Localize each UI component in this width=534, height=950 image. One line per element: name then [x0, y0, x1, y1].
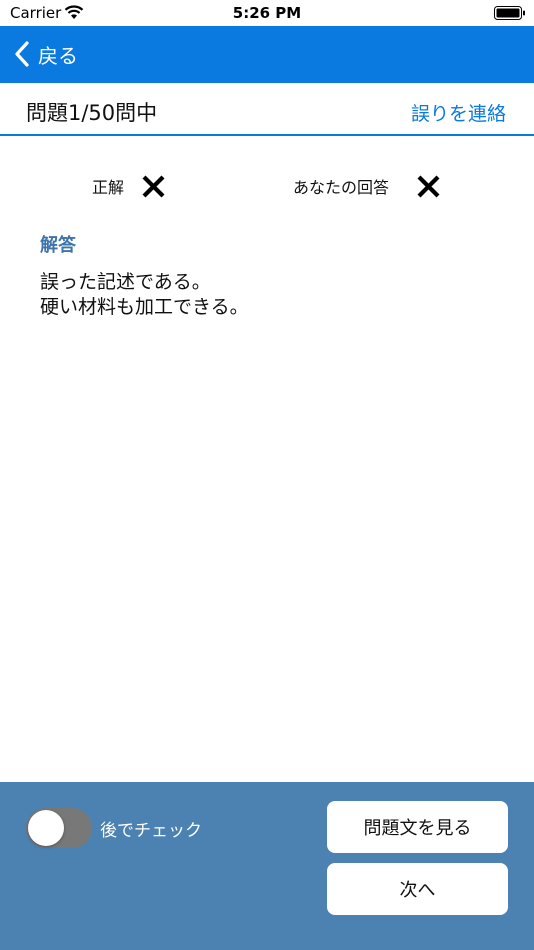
report-error-link[interactable]: 誤りを連絡 [411, 99, 506, 126]
answer-heading: 解答 [40, 235, 76, 256]
battery-icon [494, 6, 525, 20]
your-answer-label: あなたの回答 [293, 178, 390, 197]
bottom-panel: 後でチェック 問題文を見る 次へ [0, 782, 534, 950]
toggle-knob [28, 810, 64, 846]
back-label: 戻る [38, 43, 78, 68]
question-counter: 問題1/50問中 [26, 101, 158, 125]
navigation-bar: 戻る [0, 26, 534, 83]
correct-answer-label: 正解 [92, 178, 125, 197]
status-time: 5:26 PM [232, 4, 302, 22]
question-header: 問題1/50問中 誤りを連絡 [0, 83, 534, 136]
answer-line: 硬い材料も加工できる。 [40, 296, 249, 318]
check-later-toggle[interactable] [26, 808, 92, 848]
check-later-label: 後でチェック [100, 821, 202, 841]
status-bar: Carrier 5:26 PM [0, 0, 534, 26]
cross-icon [142, 175, 165, 198]
back-button[interactable]: 戻る [14, 36, 78, 72]
answer-line: 誤った記述である。 [40, 271, 211, 293]
chevron-left-icon [15, 41, 29, 67]
next-button[interactable]: 次へ [327, 863, 508, 915]
answer-explanation: 誤った記述である。 硬い材料も加工できる。 [40, 270, 249, 320]
cross-icon [417, 175, 440, 198]
view-question-button[interactable]: 問題文を見る [327, 801, 508, 853]
